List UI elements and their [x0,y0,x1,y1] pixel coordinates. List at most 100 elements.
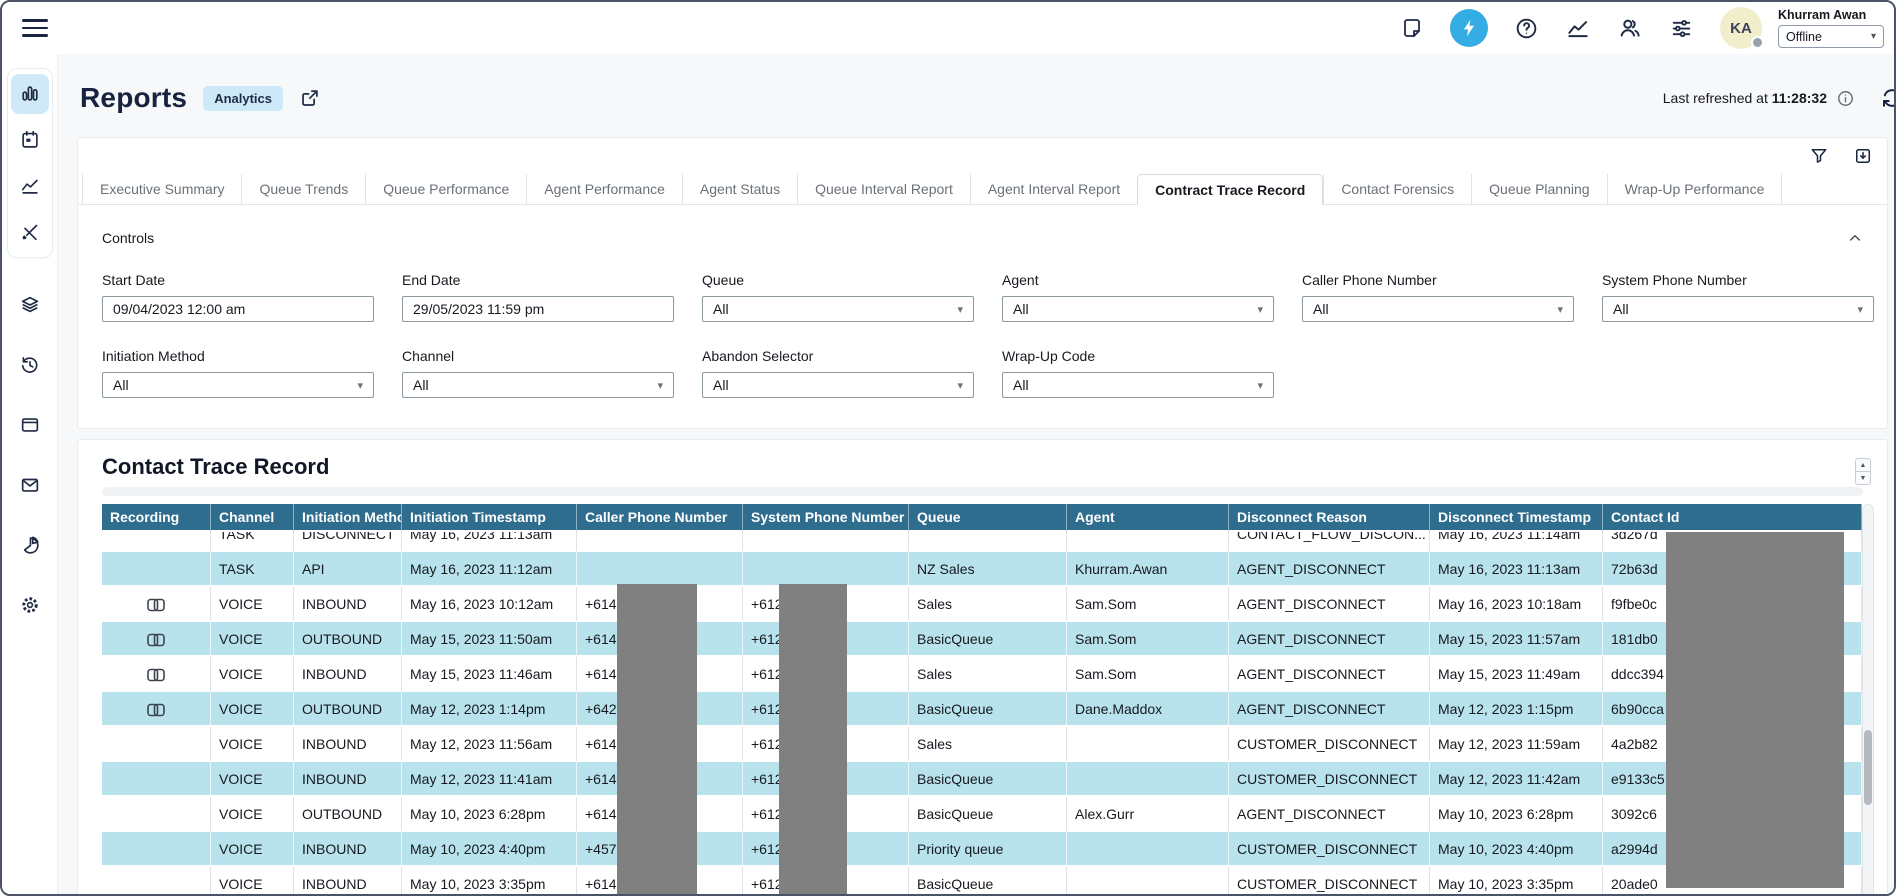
tab-queue-planning[interactable]: Queue Planning [1471,174,1606,204]
table-scroll-stepper[interactable]: ▲ ▼ [1855,458,1871,485]
recording-link-icon[interactable] [147,668,165,682]
tab-queue-trends[interactable]: Queue Trends [241,174,365,204]
column-header-caller-phone-number[interactable]: Caller Phone Number [577,504,743,532]
cell-disconnect-timestamp: May 16, 2023 11:14am [1430,532,1603,552]
hamburger-menu-icon[interactable] [22,16,48,40]
tab-agent-performance[interactable]: Agent Performance [526,174,682,204]
table-row[interactable]: VOICEINBOUNDMay 15, 2023 11:46am+614+612… [102,657,1862,692]
channel-select[interactable]: All▾ [402,372,674,398]
column-header-agent[interactable]: Agent [1067,504,1229,532]
cell-initiation-method: INBOUND [294,867,402,896]
sidebar-item-window[interactable] [11,407,49,443]
recording-link-icon[interactable] [147,703,165,717]
column-header-initiation-method[interactable]: Initiation Method [294,504,402,532]
cell-channel: TASK [211,552,294,587]
chevron-down-icon: ▾ [1857,303,1863,316]
cell-channel: TASK [211,532,294,552]
table-row[interactable]: VOICEINBOUNDMay 10, 2023 3:35pm+614+612B… [102,867,1862,896]
cell-initiation-method: DISCONNECT [294,532,402,552]
help-icon[interactable] [1514,16,1539,41]
sidebar-item-calendar[interactable] [11,118,49,162]
end-date-input[interactable] [402,296,674,322]
wrap-up-code-select[interactable]: All▾ [1002,372,1274,398]
refresh-icon[interactable] [1880,86,1896,110]
sidebar-item-metrics[interactable] [11,164,49,208]
column-header-initiation-timestamp[interactable]: Initiation Timestamp [402,504,577,532]
tab-agent-interval-report[interactable]: Agent Interval Report [970,174,1137,204]
sidebar-item-mail[interactable] [11,467,49,503]
cell-disconnect-reason: AGENT_DISCONNECT [1229,622,1430,657]
filter-icon[interactable] [1809,146,1829,166]
chevron-up-icon[interactable] [1847,230,1863,246]
recording-link-icon[interactable] [147,633,165,647]
table-vertical-scrollbar[interactable] [1862,504,1874,896]
column-header-channel[interactable]: Channel [211,504,294,532]
sidebar-item-reports[interactable] [11,74,49,114]
table-row[interactable]: VOICEOUTBOUNDMay 15, 2023 11:50am+614+61… [102,622,1862,657]
tab-agent-status[interactable]: Agent Status [682,174,797,204]
cell-disconnect-timestamp: May 12, 2023 1:15pm [1430,692,1603,727]
column-header-disconnect-reason[interactable]: Disconnect Reason [1229,504,1430,532]
tab-contract-trace-record[interactable]: Contract Trace Record [1137,174,1323,205]
start-date-input[interactable] [102,296,374,322]
column-header-recording[interactable]: Recording [102,504,211,532]
wrap-up-code-label: Wrap-Up Code [1002,348,1274,364]
stepper-down-icon[interactable]: ▼ [1856,472,1870,484]
initiation-method-select[interactable]: All▾ [102,372,374,398]
abandon-selector-select[interactable]: All▾ [702,372,974,398]
cell-initiation-timestamp: May 16, 2023 11:13am [402,532,577,552]
system-phone-number-select[interactable]: All ▾ [1602,296,1874,322]
caller-phone-number-label: Caller Phone Number [1302,272,1574,288]
tab-executive-summary[interactable]: Executive Summary [82,174,241,204]
column-header-system-phone-number[interactable]: System Phone Number [743,504,909,532]
sidebar-item-customize[interactable] [11,210,49,254]
tab-queue-interval-report[interactable]: Queue Interval Report [797,174,970,204]
column-header-disconnect-timestamp[interactable]: Disconnect Timestamp [1430,504,1603,532]
sidebar-item-history[interactable] [11,347,49,383]
topbar: KA Khurram Awan Offline ▾ [2,2,1894,54]
metrics-icon[interactable] [1565,15,1591,41]
table-row[interactable]: VOICEINBOUNDMay 16, 2023 10:12am+614+612… [102,587,1862,622]
table-row[interactable]: VOICEINBOUNDMay 12, 2023 11:41am+614+612… [102,762,1862,797]
table-row[interactable]: VOICEINBOUNDMay 10, 2023 4:40pm+457+612P… [102,832,1862,867]
users-icon[interactable] [1617,15,1643,41]
table-horizontal-scrollbar[interactable] [102,487,1863,496]
cell-initiation-method: INBOUND [294,727,402,762]
cell-disconnect-reason: AGENT_DISCONNECT [1229,657,1430,692]
table-row[interactable]: TASKAPIMay 16, 2023 11:12amNZ SalesKhurr… [102,552,1862,587]
flash-icon[interactable] [1450,9,1488,47]
stepper-up-icon[interactable]: ▲ [1856,459,1870,472]
sidebar-item-layers[interactable] [11,287,49,323]
sidebar-item-pie-chart[interactable] [11,527,49,563]
external-link-icon[interactable] [299,87,321,109]
queue-select[interactable]: All▾ [702,296,974,322]
cell-recording [102,727,211,762]
cell-agent [1067,727,1229,762]
sliders-icon[interactable] [1669,16,1694,41]
cell-recording [102,867,211,896]
system-phone-number-value: All [1613,301,1629,317]
scrollbar-thumb[interactable] [1864,730,1872,805]
recording-link-icon[interactable] [147,598,165,612]
table-row[interactable]: VOICEOUTBOUNDMay 12, 2023 1:14pm+642+612… [102,692,1862,727]
agent-select[interactable]: All▾ [1002,296,1274,322]
column-header-queue[interactable]: Queue [909,504,1067,532]
notes-icon[interactable] [1400,16,1424,40]
table-row[interactable]: TASKDISCONNECTMay 16, 2023 11:13amCONTAC… [102,532,1862,552]
cell-recording [102,587,211,622]
tab-wrap-up-performance[interactable]: Wrap-Up Performance [1607,174,1783,204]
download-icon[interactable] [1853,146,1873,166]
cell-queue [909,532,1067,552]
status-select[interactable]: Offline ▾ [1778,25,1884,48]
table-row[interactable]: VOICEOUTBOUNDMay 10, 2023 6:28pm+614+612… [102,797,1862,832]
table-row[interactable]: VOICEINBOUNDMay 12, 2023 11:56am+614+612… [102,727,1862,762]
caller-phone-number-select[interactable]: All▾ [1302,296,1574,322]
column-header-contact-id[interactable]: Contact Id [1603,504,1862,532]
sidebar-item-settings[interactable] [11,587,49,623]
cell-recording [102,797,211,832]
cell-agent [1067,762,1229,797]
tab-contact-forensics[interactable]: Contact Forensics [1323,174,1471,204]
tab-queue-performance[interactable]: Queue Performance [365,174,526,204]
chevron-down-icon: ▾ [1557,303,1563,316]
info-icon[interactable] [1836,89,1855,108]
